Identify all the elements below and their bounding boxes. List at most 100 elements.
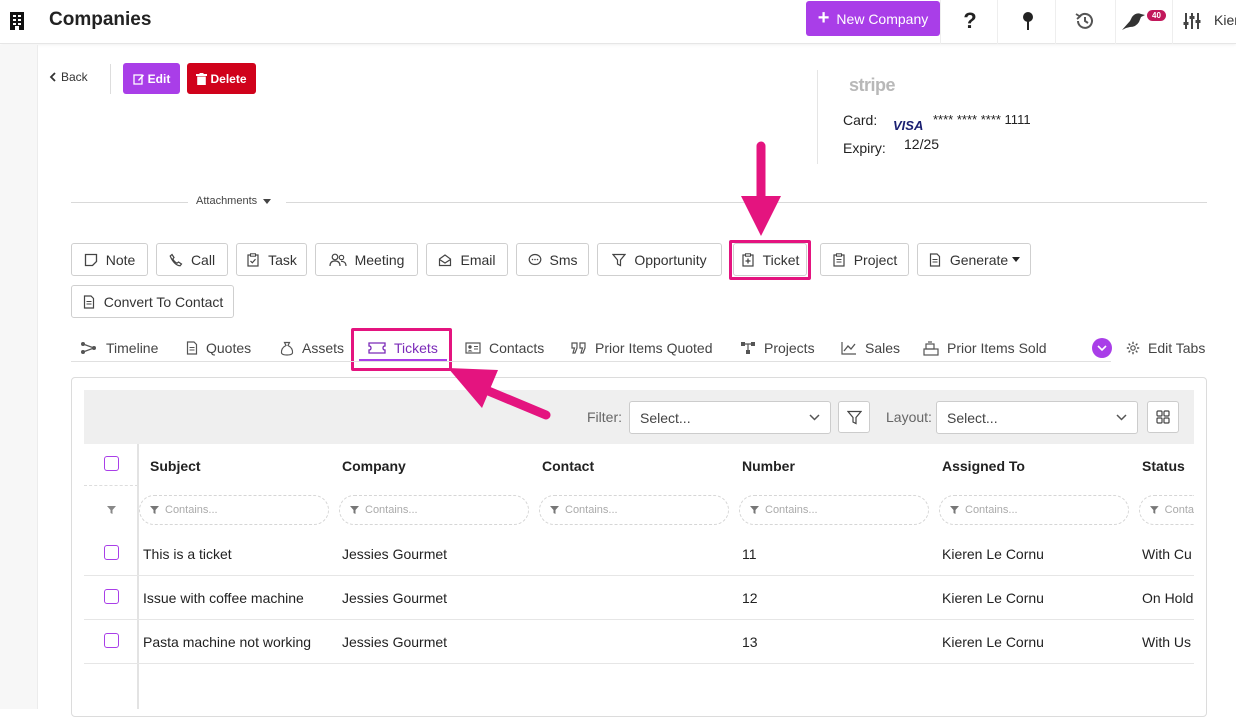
new-company-button[interactable]: + New Company bbox=[806, 1, 940, 36]
column-header-number[interactable]: Number bbox=[742, 458, 795, 474]
back-link[interactable]: Back bbox=[49, 70, 88, 84]
attachments-toggle[interactable]: Attachments bbox=[196, 195, 272, 207]
status-filter-input[interactable]: Conta bbox=[1139, 495, 1194, 525]
filter-row-icon bbox=[107, 506, 116, 514]
column-header-contact[interactable]: Contact bbox=[542, 458, 594, 474]
card-number: **** **** **** 1111 bbox=[933, 112, 1031, 127]
email-button[interactable]: Email bbox=[426, 243, 508, 276]
meeting-label: Meeting bbox=[354, 251, 405, 268]
delete-label: Delete bbox=[210, 71, 247, 86]
bird-notification-icon[interactable] bbox=[1118, 0, 1148, 42]
cell-number: 12 bbox=[742, 590, 758, 606]
column-header-company[interactable]: Company bbox=[342, 458, 406, 474]
tab-prior-items-quoted-label: Prior Items Quoted bbox=[595, 340, 713, 356]
generate-dropdown[interactable]: Generate bbox=[917, 243, 1031, 276]
number-filter-input[interactable]: Contains... bbox=[739, 495, 929, 525]
annotation-arrow-down bbox=[741, 141, 781, 236]
attachments-label: Attachments bbox=[196, 195, 258, 207]
funnel-icon bbox=[1150, 506, 1159, 514]
history-icon[interactable] bbox=[1065, 0, 1105, 42]
edit-tabs-label: Edit Tabs bbox=[1148, 340, 1206, 356]
filter-placeholder: Contains... bbox=[965, 504, 1018, 516]
new-company-label: New Company bbox=[836, 10, 929, 27]
filter-placeholder: Contains... bbox=[365, 504, 418, 516]
chevron-down-icon bbox=[809, 414, 820, 421]
sliders-icon[interactable] bbox=[1180, 0, 1204, 42]
tab-assets-label: Assets bbox=[302, 340, 345, 356]
page-title: Companies bbox=[49, 9, 152, 30]
tab-projects[interactable]: Projects bbox=[740, 338, 815, 358]
tab-assets[interactable]: Assets bbox=[280, 338, 344, 358]
row-divider bbox=[84, 663, 1194, 664]
call-button[interactable]: Call bbox=[156, 243, 228, 276]
pin-icon[interactable] bbox=[1008, 0, 1048, 42]
document-icon bbox=[186, 341, 198, 355]
column-header-assigned-to[interactable]: Assigned To bbox=[942, 458, 1025, 474]
column-header-subject[interactable]: Subject bbox=[150, 458, 201, 474]
cell-status: With Cu bbox=[1142, 546, 1192, 562]
help-icon[interactable]: ? bbox=[950, 0, 990, 42]
sms-button[interactable]: Sms bbox=[516, 243, 589, 276]
cell-company: Jessies Gourmet bbox=[342, 634, 448, 650]
assigned-to-filter-input[interactable]: Contains... bbox=[939, 495, 1129, 525]
tab-sales[interactable]: Sales bbox=[841, 338, 900, 358]
filter-select[interactable]: Select... bbox=[629, 401, 831, 434]
layout-select[interactable]: Select... bbox=[936, 401, 1138, 434]
cash-register-icon bbox=[923, 340, 939, 356]
tab-timeline[interactable]: Timeline bbox=[80, 338, 158, 358]
row-checkbox[interactable] bbox=[104, 589, 119, 604]
note-button[interactable]: Note bbox=[71, 243, 148, 276]
delete-button[interactable]: Delete bbox=[187, 63, 256, 94]
highlight-box bbox=[729, 240, 811, 280]
company-filter-input[interactable]: Contains... bbox=[339, 495, 529, 525]
top-header: Companies + New Company ? 40 Kier bbox=[0, 0, 1236, 44]
tab-contacts[interactable]: Contacts bbox=[465, 338, 544, 358]
project-button[interactable]: Project bbox=[820, 243, 909, 276]
project-label: Project bbox=[853, 251, 898, 268]
column-header-status[interactable]: Status bbox=[1142, 458, 1185, 474]
subject-filter-input[interactable]: Contains... bbox=[139, 495, 329, 525]
building-icon[interactable] bbox=[9, 11, 25, 31]
opportunity-label: Opportunity bbox=[634, 251, 707, 268]
tab-quotes[interactable]: Quotes bbox=[186, 338, 251, 358]
clipboard-check-icon bbox=[247, 252, 259, 267]
tab-prior-items-sold[interactable]: Prior Items Sold bbox=[923, 338, 1047, 358]
user-name[interactable]: Kier bbox=[1214, 12, 1236, 28]
more-tabs-button[interactable] bbox=[1092, 338, 1112, 358]
note-icon bbox=[84, 253, 97, 266]
envelope-open-icon bbox=[439, 253, 452, 266]
expiry-value: 12/25 bbox=[904, 136, 940, 152]
grid-view-button[interactable] bbox=[1147, 401, 1179, 433]
contact-filter-input[interactable]: Contains... bbox=[539, 495, 729, 525]
chat-icon bbox=[528, 253, 541, 265]
cell-assigned-to: Kieren Le Cornu bbox=[942, 634, 1044, 650]
cell-subject: Issue with coffee machine bbox=[143, 590, 304, 606]
edit-button[interactable]: Edit bbox=[123, 63, 180, 94]
convert-to-contact-button[interactable]: Convert To Contact bbox=[71, 285, 234, 318]
opportunity-button[interactable]: Opportunity bbox=[597, 243, 722, 276]
select-all-checkbox[interactable] bbox=[104, 456, 119, 471]
phone-icon bbox=[169, 253, 183, 266]
meeting-button[interactable]: Meeting bbox=[315, 243, 418, 276]
tab-prior-items-quoted[interactable]: Prior Items Quoted bbox=[571, 338, 713, 358]
layout-select-value: Select... bbox=[947, 409, 998, 426]
grid-icon bbox=[1156, 410, 1170, 424]
cell-company: Jessies Gourmet bbox=[342, 546, 448, 562]
attachments-divider bbox=[71, 202, 188, 203]
action-divider bbox=[110, 64, 111, 94]
funnel-icon bbox=[846, 410, 862, 424]
cell-subject: Pasta machine not working bbox=[143, 634, 312, 650]
left-sidebar bbox=[0, 45, 38, 709]
funnel-icon bbox=[950, 506, 959, 514]
edit-tabs-button[interactable]: Edit Tabs bbox=[1126, 338, 1205, 358]
header-divider bbox=[1172, 0, 1173, 44]
row-checkbox[interactable] bbox=[104, 633, 119, 648]
plus-icon: + bbox=[817, 6, 830, 29]
task-button[interactable]: Task bbox=[236, 243, 307, 276]
filter-button[interactable] bbox=[838, 401, 870, 433]
header-divider bbox=[940, 0, 941, 44]
stripe-logo: stripe bbox=[849, 75, 896, 95]
timeline-icon bbox=[81, 342, 96, 354]
tab-quotes-label: Quotes bbox=[206, 340, 252, 356]
row-checkbox[interactable] bbox=[104, 545, 119, 560]
